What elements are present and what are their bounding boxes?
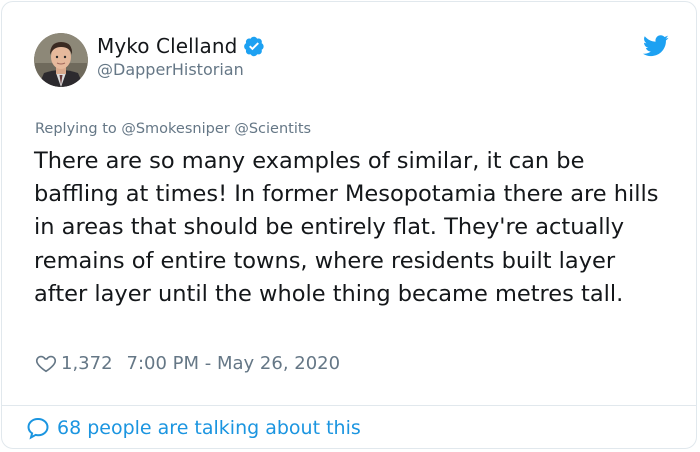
talking-about-text[interactable]: 68 people are talking about this [57,417,361,439]
tweet-meta-row: 1,372 7:00 PM - May 26, 2020 [35,352,340,374]
heart-icon[interactable] [35,352,57,374]
tweet-text: There are so many examples of similar, i… [34,148,659,307]
author-name-row[interactable]: Myko Clelland [97,34,265,58]
speech-bubble-icon [26,416,50,440]
tweet-timestamp[interactable]: 7:00 PM - May 26, 2020 [127,353,341,374]
author-handle[interactable]: @DapperHistorian [97,60,244,79]
author-display-name[interactable]: Myko Clelland [97,34,237,58]
avatar-image [34,33,88,87]
like-count[interactable]: 1,372 [61,353,113,374]
twitter-bird-icon[interactable] [642,35,669,57]
avatar[interactable] [34,33,88,87]
verified-badge-icon [243,35,265,57]
tweet-card: Myko Clelland @DapperHistorian Replying … [1,1,697,449]
footer-divider [2,405,696,406]
talking-about-link[interactable]: 68 people are talking about this [26,416,361,440]
replying-to-line[interactable]: Replying to @Smokesniper @Scientits [35,121,311,137]
